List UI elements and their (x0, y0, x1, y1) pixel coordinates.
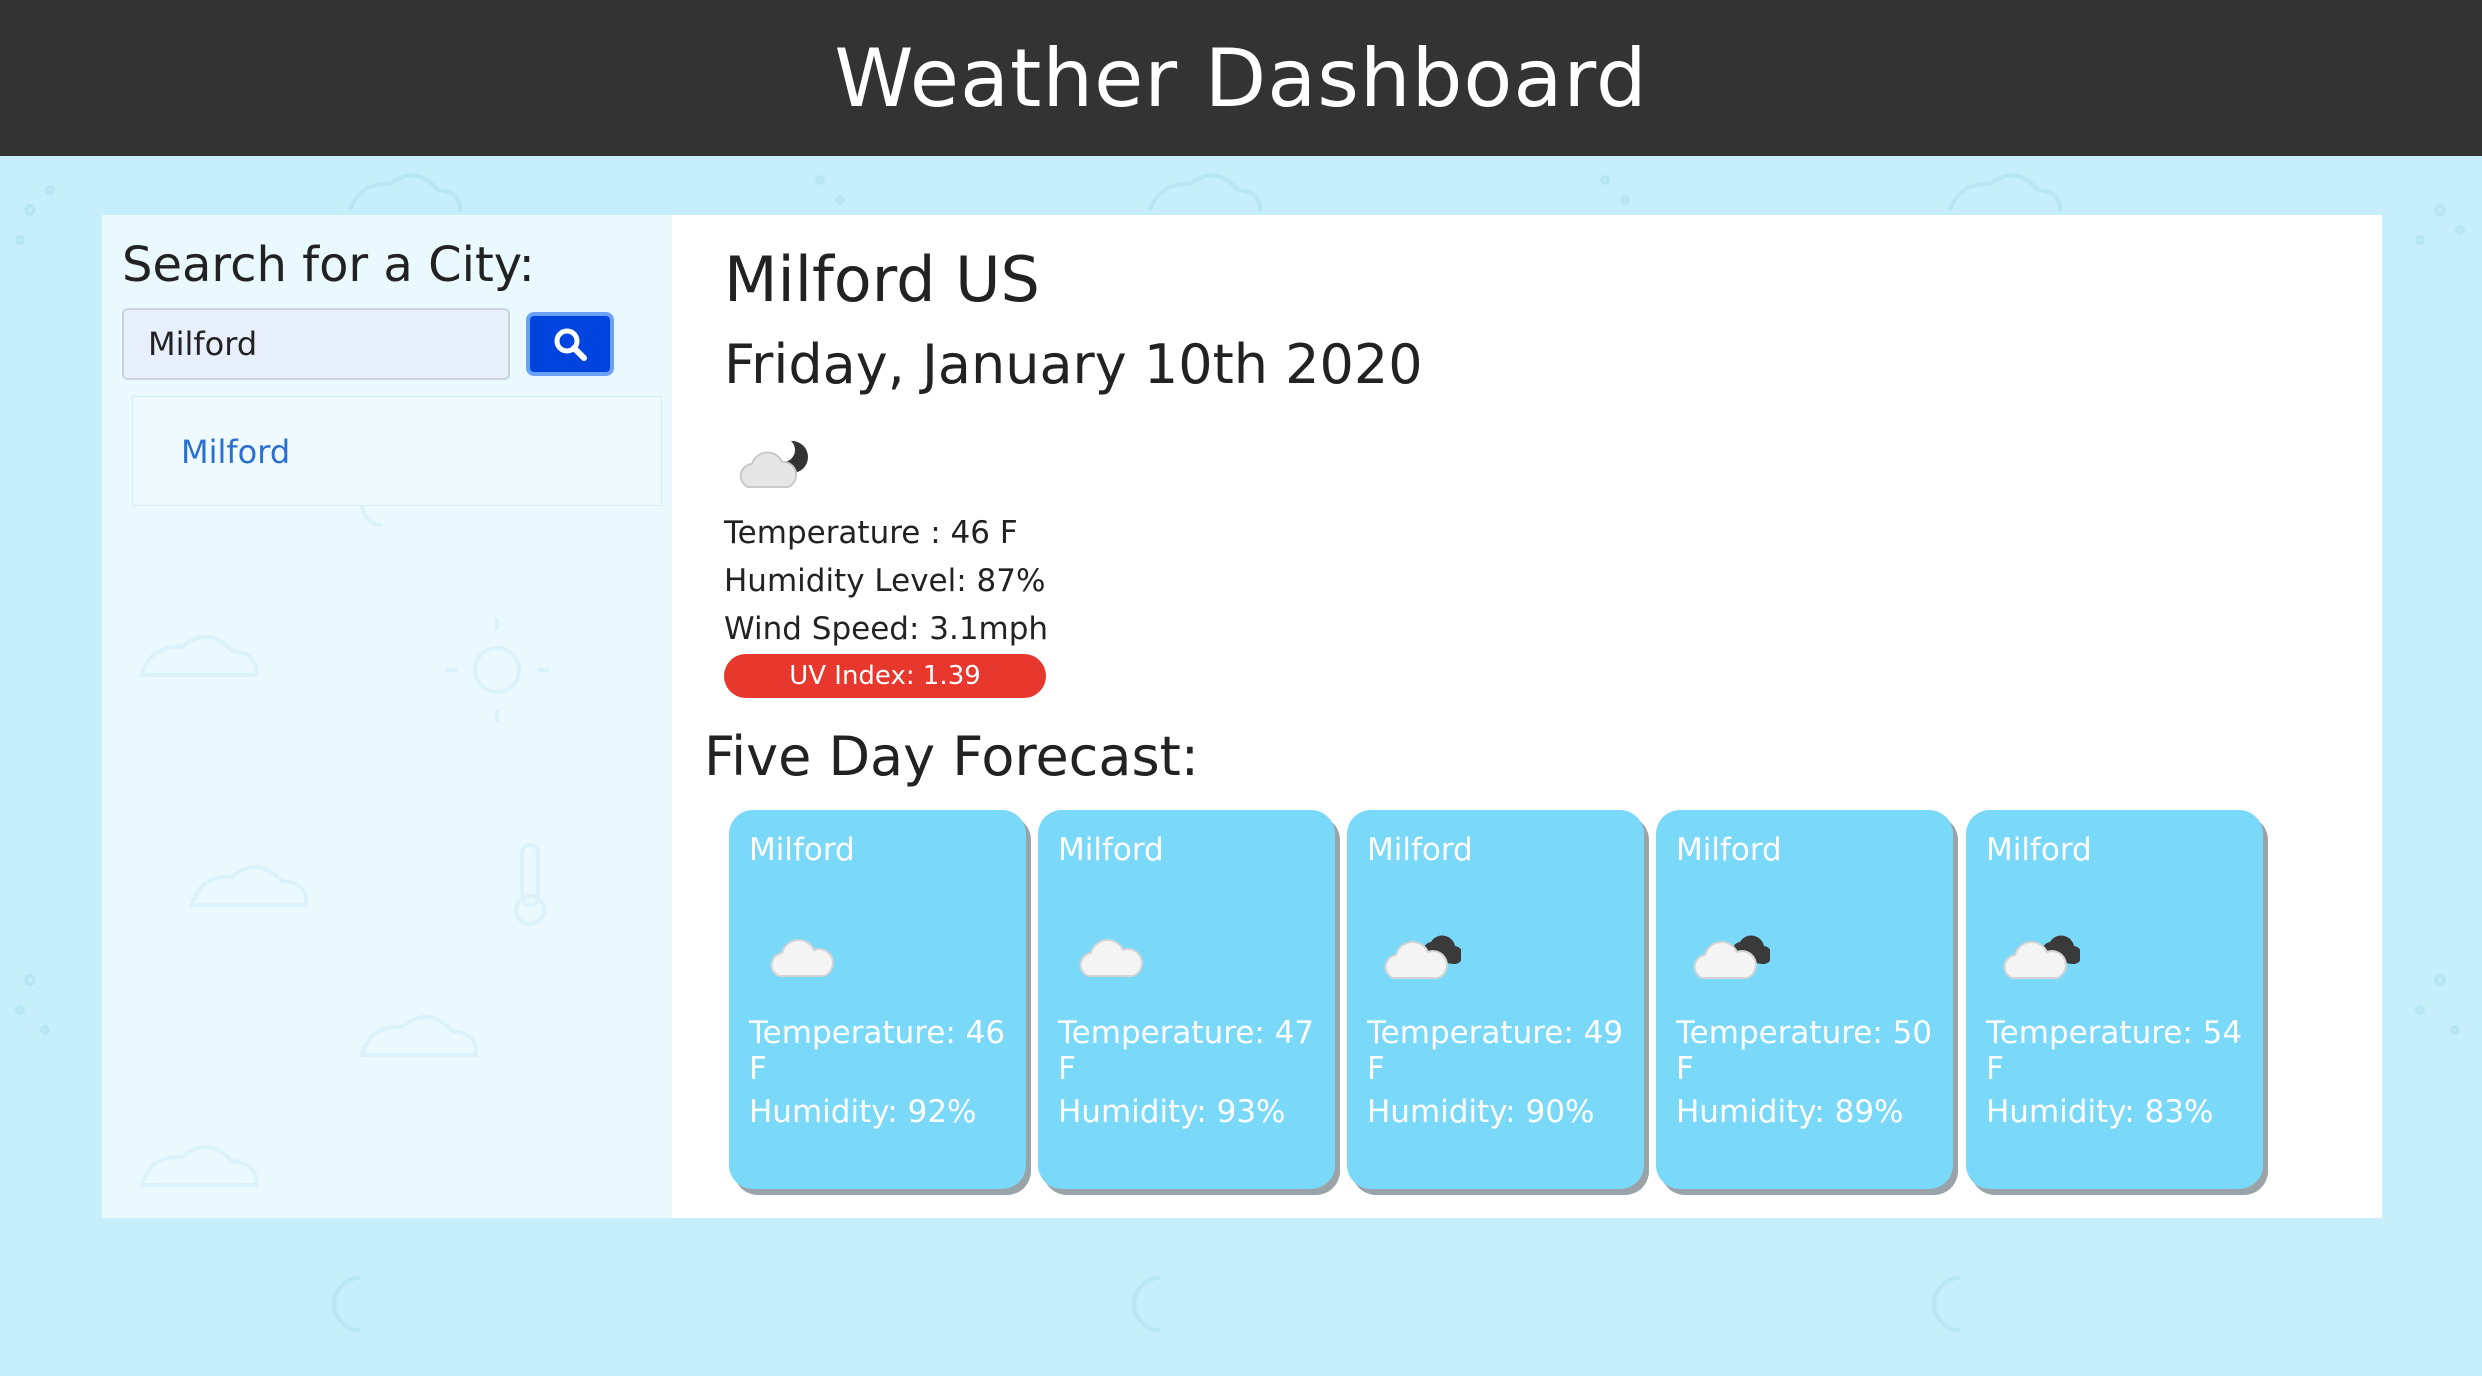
app-title: Weather Dashboard (834, 31, 1648, 125)
forecast-city: Milford (1676, 832, 1782, 868)
forecast-card: Milford Temperature: 47 F Humidity: 93% (1038, 810, 1335, 1189)
search-icon (554, 328, 587, 361)
forecast-card: Milford Temperature: 50 F Humidity: 89% (1656, 810, 1953, 1189)
dashboard-panel: Search for a City: Milford Milford US Fr… (102, 215, 2382, 1218)
current-date: Friday, January 10th 2020 (724, 333, 1423, 396)
search-heading: Search for a City: (122, 237, 535, 293)
uv-index-badge: UV Index: 1.39 (724, 654, 1046, 698)
search-history-list: Milford (132, 396, 662, 506)
forecast-temperature: Temperature: 47 F (1058, 1015, 1315, 1087)
weather-main: Milford US Friday, January 10th 2020 Tem… (672, 215, 2382, 1218)
forecast-temperature: Temperature: 49 F (1367, 1015, 1624, 1087)
forecast-humidity: Humidity: 83% (1986, 1094, 2214, 1130)
broken-clouds-icon (1384, 935, 1461, 979)
forecast-card: Milford Temperature: 46 F Humidity: 92% (729, 810, 1026, 1189)
search-sidebar: Search for a City: Milford (102, 215, 672, 1218)
forecast-heading: Five Day Forecast: (704, 725, 1199, 788)
cloud-icon (1079, 939, 1143, 977)
forecast-card: Milford Temperature: 49 F Humidity: 90% (1347, 810, 1644, 1189)
broken-clouds-icon (1693, 935, 1770, 979)
forecast-city: Milford (1058, 832, 1164, 868)
app-header: Weather Dashboard (0, 0, 2482, 156)
city-search-input[interactable] (122, 308, 510, 380)
search-button[interactable] (526, 312, 614, 376)
forecast-city: Milford (749, 832, 855, 868)
history-item[interactable]: Milford (181, 397, 290, 507)
forecast-city: Milford (1986, 832, 2092, 868)
forecast-city: Milford (1367, 832, 1473, 868)
forecast-temperature: Temperature: 50 F (1676, 1015, 1933, 1087)
forecast-card: Milford Temperature: 54 F Humidity: 83% (1966, 810, 2263, 1189)
broken-clouds-icon (2003, 935, 2080, 979)
forecast-humidity: Humidity: 92% (749, 1094, 977, 1130)
forecast-temperature: Temperature: 54 F (1986, 1015, 2243, 1087)
forecast-humidity: Humidity: 93% (1058, 1094, 1286, 1130)
cloud-icon (770, 939, 834, 977)
forecast-humidity: Humidity: 89% (1676, 1094, 1904, 1130)
current-city: Milford US (724, 243, 1040, 316)
current-humidity: Humidity Level: 87% (724, 563, 1046, 599)
current-wind-speed: Wind Speed: 3.1mph (724, 611, 1049, 647)
forecast-humidity: Humidity: 90% (1367, 1094, 1595, 1130)
cloud-night-icon (739, 438, 808, 488)
forecast-temperature: Temperature: 46 F (749, 1015, 1006, 1087)
current-temperature: Temperature : 46 F (724, 515, 1018, 551)
